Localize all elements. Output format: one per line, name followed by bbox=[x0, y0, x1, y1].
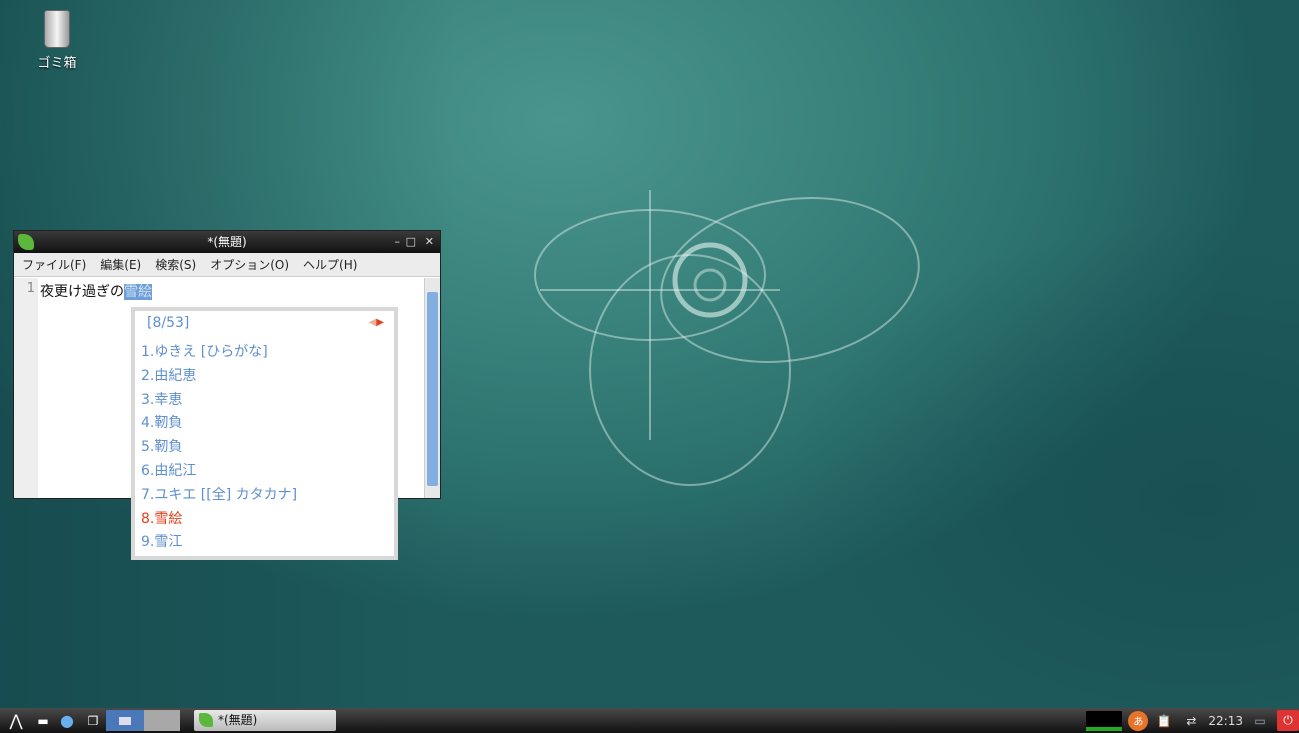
menu-options[interactable]: オプション(O) bbox=[210, 256, 289, 273]
candidate-item[interactable]: 7.ユキエ [[全] カタカナ] bbox=[141, 484, 388, 508]
desktop-icon-trash[interactable]: ゴミ箱 bbox=[28, 10, 86, 71]
trash-label: ゴミ箱 bbox=[37, 56, 77, 71]
workspace-1[interactable] bbox=[106, 710, 144, 731]
ime-candidate-popup: [8/53] ◀▶ 1.ゆきえ [ひらがな] 2.由紀恵 3.幸恵 4.靭負 5… bbox=[131, 307, 398, 560]
debian-swirl-logo bbox=[534, 190, 920, 486]
maximize-button[interactable]: □ bbox=[406, 231, 416, 253]
vertical-scrollbar[interactable] bbox=[424, 278, 440, 498]
menu-bar: ファイル(F) 編集(E) 検索(S) オプション(O) ヘルプ(H) bbox=[14, 253, 440, 277]
browser-icon[interactable]: ● bbox=[54, 710, 80, 731]
close-button[interactable]: ✕ bbox=[425, 231, 434, 253]
taskbar-task-editor[interactable]: *(無題) bbox=[194, 710, 336, 731]
start-menu-icon[interactable]: ⋀ bbox=[0, 710, 32, 731]
menu-search[interactable]: 検索(S) bbox=[155, 256, 196, 273]
line-number: 1 bbox=[14, 278, 38, 498]
window-title: *(無題) bbox=[207, 235, 247, 249]
text-line: 夜更け過ぎの雪絵 bbox=[40, 281, 152, 301]
page-arrows[interactable]: ◀▶ bbox=[369, 317, 384, 328]
menu-file[interactable]: ファイル(F) bbox=[22, 256, 86, 273]
power-icon[interactable]: ⏻ bbox=[1277, 710, 1299, 731]
candidate-item-selected[interactable]: 8.雪絵 bbox=[141, 508, 388, 532]
candidate-item[interactable]: 1.ゆきえ [ひらがな] bbox=[141, 341, 388, 365]
app-icon bbox=[199, 713, 213, 727]
window-switcher-icon[interactable]: ❐ bbox=[80, 710, 106, 731]
input-method-icon[interactable]: あ bbox=[1128, 710, 1149, 731]
network-icon[interactable]: ⇄ bbox=[1180, 710, 1202, 731]
candidate-page: [8/53] bbox=[147, 315, 190, 331]
app-icon bbox=[18, 234, 34, 250]
trash-icon bbox=[44, 10, 70, 48]
show-desktop-icon[interactable]: ▬ bbox=[32, 710, 54, 731]
minimize-button[interactable]: – bbox=[395, 231, 401, 253]
clock[interactable]: 22:13 bbox=[1208, 710, 1243, 731]
candidate-item[interactable]: 2.由紀恵 bbox=[141, 365, 388, 389]
candidate-item[interactable]: 3.幸恵 bbox=[141, 389, 388, 413]
cpu-monitor[interactable] bbox=[1086, 710, 1123, 731]
candidate-item[interactable]: 5.靭負 bbox=[141, 436, 388, 460]
menu-help[interactable]: ヘルプ(H) bbox=[303, 256, 357, 273]
candidate-item[interactable]: 6.由紀江 bbox=[141, 460, 388, 484]
text-content: 夜更け過ぎの bbox=[40, 284, 124, 300]
menu-edit[interactable]: 編集(E) bbox=[100, 256, 141, 273]
monitor-icon[interactable]: ▭ bbox=[1249, 710, 1271, 731]
title-bar[interactable]: *(無題) – □ ✕ bbox=[14, 231, 440, 253]
workspace-window-icon bbox=[119, 716, 131, 725]
system-tray: あ 📋 ⇄ 22:13 ▭ ⏻ bbox=[1086, 708, 1299, 733]
next-page-icon[interactable]: ▶ bbox=[376, 317, 384, 328]
scrollbar-thumb[interactable] bbox=[427, 292, 438, 486]
workspace-2[interactable] bbox=[144, 710, 180, 731]
preedit-selection: 雪絵 bbox=[124, 284, 152, 300]
taskbar: ⋀ ▬ ● ❐ *(無題) あ 📋 ⇄ 22:13 ▭ ⏻ bbox=[0, 708, 1299, 733]
clipboard-icon[interactable]: 📋 bbox=[1154, 710, 1174, 731]
candidate-item[interactable]: 4.靭負 bbox=[141, 412, 388, 436]
task-label: *(無題) bbox=[218, 713, 258, 727]
candidate-item[interactable]: 9.雪江 bbox=[141, 531, 388, 555]
